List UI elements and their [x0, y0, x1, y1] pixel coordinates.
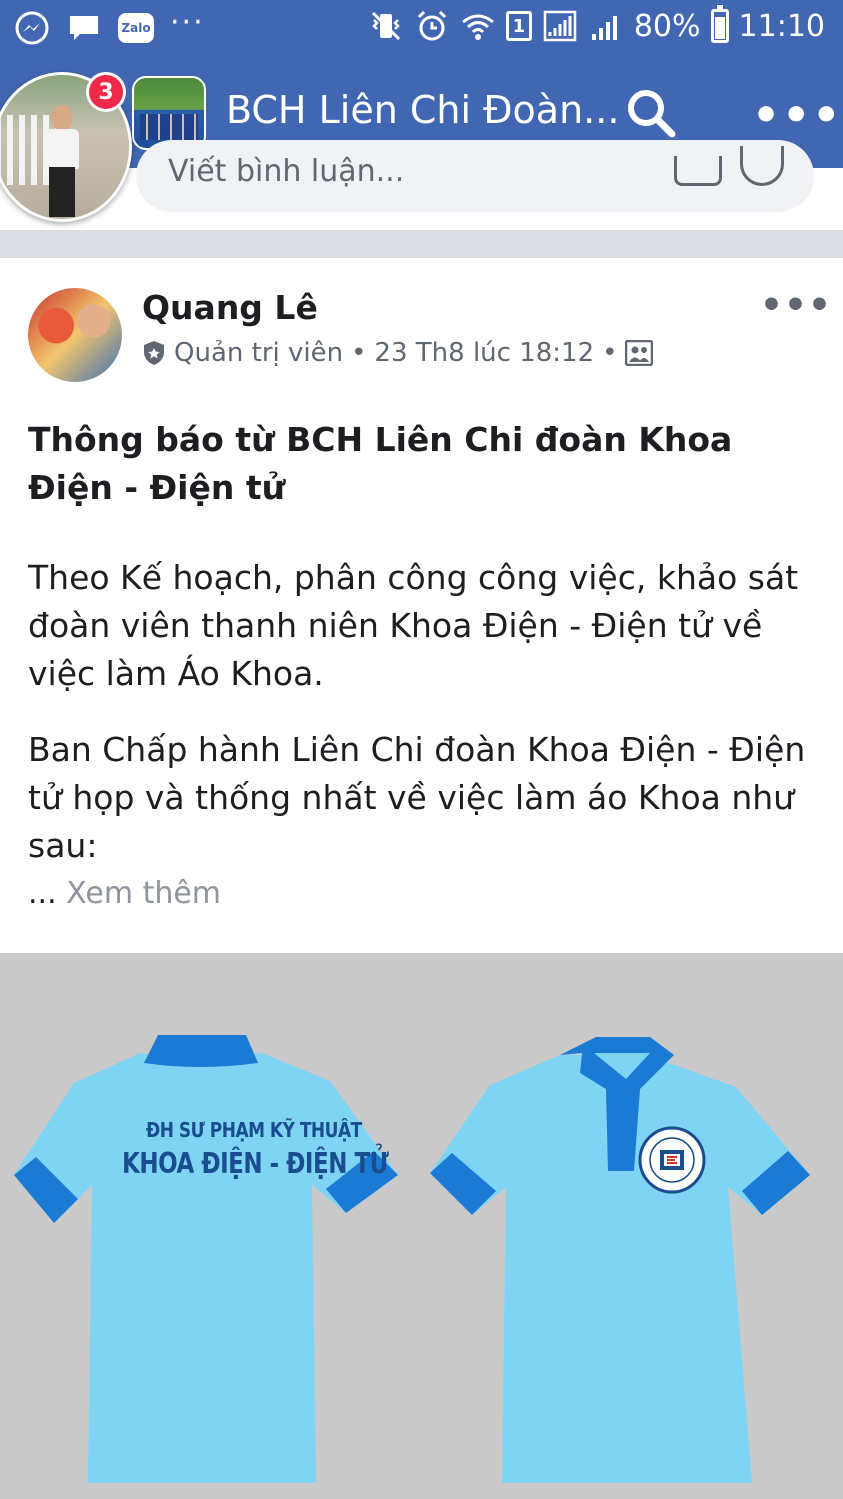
notification-overflow: ··· — [170, 5, 205, 40]
shirt-design-illustration — [14, 1035, 810, 1483]
see-more-row: ... Xem thêm — [28, 872, 818, 916]
meta-separator-2: • — [602, 338, 618, 368]
camera-icon[interactable] — [674, 156, 722, 186]
alarm-icon — [417, 10, 446, 41]
admin-badge-icon — [144, 341, 164, 365]
zalo-icon: Zalo — [118, 13, 154, 43]
signal-sim2-icon — [591, 16, 617, 40]
post-paragraph-1: Theo Kế hoạch, phân công công việc, khảo… — [28, 558, 799, 693]
battery-icon — [710, 5, 729, 43]
post-body: Thông báo từ BCH Liên Chi đoàn Khoa Điện… — [28, 416, 818, 916]
search-icon[interactable] — [624, 86, 678, 140]
post-paragraph-2: Ban Chấp hành Liên Chi đoàn Khoa Điện - … — [28, 730, 806, 865]
ellipsis: ... — [28, 876, 57, 911]
post-title: Thông báo từ BCH Liên Chi đoàn Khoa Điện… — [28, 420, 733, 507]
faculty-logo — [638, 1126, 706, 1194]
meta-separator-1: • — [351, 338, 367, 368]
shirt-back-text-line2: KHOA ĐIỆN - ĐIỆN TỬ — [122, 1147, 389, 1181]
clock: 11:10 — [738, 8, 825, 44]
author-avatar[interactable] — [28, 288, 122, 382]
feed-separator — [0, 230, 843, 258]
status-bar-left: Zalo ··· — [14, 5, 205, 46]
vibrate-mute-icon — [371, 11, 400, 41]
chat-bubble-icon — [70, 16, 98, 40]
post-options-icon[interactable]: ••• — [760, 288, 832, 324]
battery-percent: 80% — [633, 8, 701, 44]
group-cover-thumbnail[interactable] — [132, 76, 206, 150]
group-title[interactable]: BCH Liên Chi Đoàn... — [226, 88, 619, 132]
group-audience-icon — [625, 340, 654, 366]
status-bar-right: 1 80% 11:10 — [368, 5, 825, 44]
wifi-icon — [461, 14, 494, 40]
shirt-front-view — [430, 1037, 810, 1483]
chat-head-badge: 3 — [86, 72, 126, 112]
post-photo[interactable]: ĐH SƯ PHẠM KỸ THUẬT KHOA ĐIỆN - ĐIỆN TỬ — [0, 953, 843, 1499]
post-meta: Quản trị viên • 23 Th8 lúc 18:12 • — [142, 338, 654, 368]
post-timestamp[interactable]: 23 Th8 lúc 18:12 — [374, 338, 594, 368]
more-options-icon[interactable]: ••• — [752, 94, 842, 138]
sim-slot-indicator: 1 — [505, 11, 532, 41]
author-role: Quản trị viên — [174, 338, 344, 368]
comment-placeholder: Viết bình luận... — [168, 154, 405, 189]
signal-sim1-icon — [543, 10, 577, 42]
post-card: Quang Lê Quản trị viên • 23 Th8 lúc 18:1… — [0, 258, 843, 953]
author-name[interactable]: Quang Lê — [142, 288, 318, 327]
shirt-back-text-line1: ĐH SƯ PHẠM KỸ THUẬT — [146, 1119, 362, 1143]
see-more-link[interactable]: Xem thêm — [66, 876, 221, 911]
shirt-back-view — [14, 1035, 398, 1483]
messenger-icon — [15, 11, 49, 45]
